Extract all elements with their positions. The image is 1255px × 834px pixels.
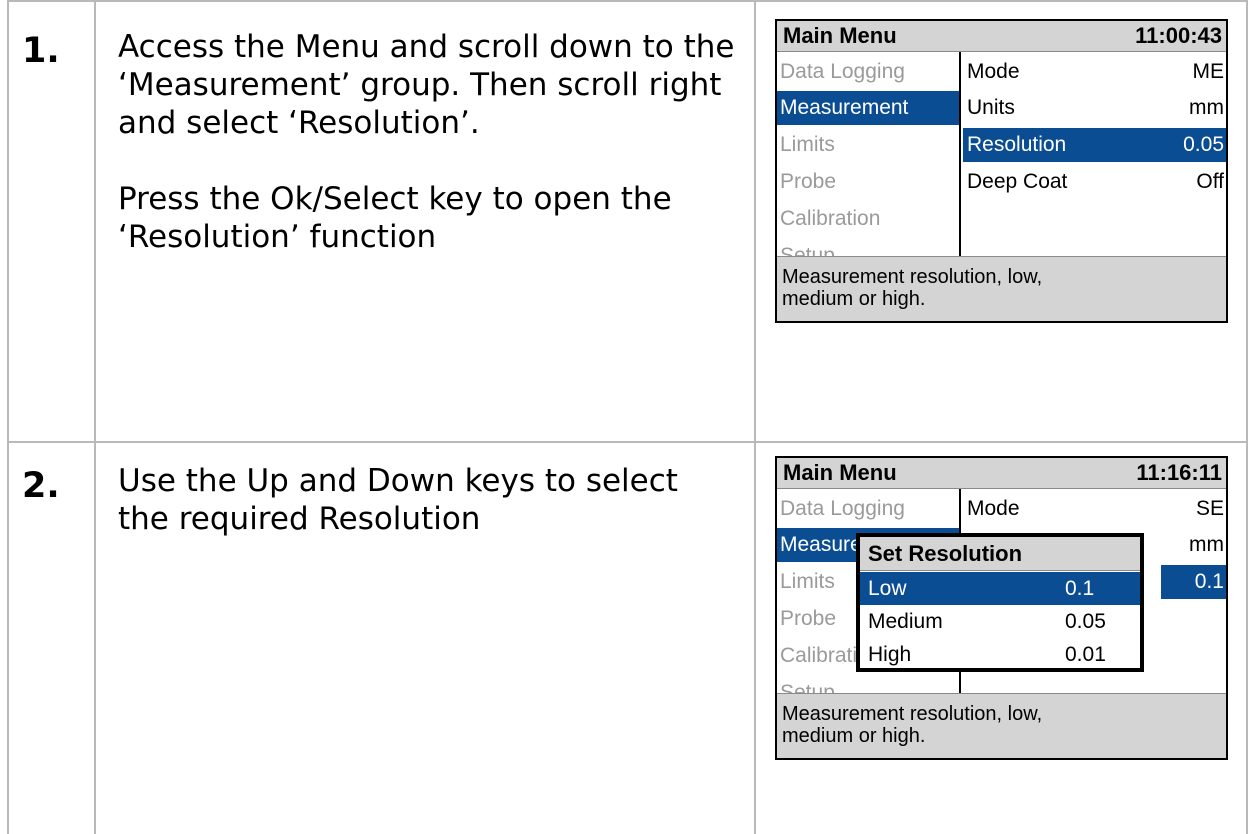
- table-row-divider: [7, 441, 1248, 443]
- set-resolution-dialog: Set Resolution Low 0.1 Medium 0.05 High …: [856, 533, 1144, 672]
- screen-header: Main Menu 11:16:11: [777, 458, 1226, 489]
- item-label: Deep Coat: [967, 170, 1068, 193]
- help-text: Measurement resolution, low, medium or h…: [777, 256, 1226, 321]
- screen-clock: 11:00:43: [1135, 23, 1222, 48]
- menu-group-probe[interactable]: Probe: [777, 165, 959, 199]
- screen-title: Main Menu: [783, 23, 897, 48]
- table-column-divider-1: [94, 0, 96, 834]
- item-value: 0.1: [1161, 565, 1226, 599]
- step-number: 2.: [22, 466, 60, 506]
- table-column-divider-2: [754, 0, 756, 834]
- item-label: Units: [967, 96, 1015, 119]
- instruction-paragraph: Use the Up and Down keys to select the r…: [118, 463, 678, 537]
- item-value: 0.05: [1183, 133, 1224, 156]
- table-border-right: [1246, 0, 1248, 834]
- item-value: Off: [1196, 170, 1224, 193]
- step-instructions: Use the Up and Down keys to select the r…: [118, 462, 718, 538]
- help-line: medium or high.: [782, 725, 926, 747]
- menu-group-calibration[interactable]: Calibration: [777, 202, 959, 236]
- item-value: mm: [1189, 96, 1224, 119]
- option-value: 0.01: [1065, 643, 1106, 666]
- item-value: SE: [1195, 497, 1224, 520]
- device-screen: Main Menu 11:00:43 Data Logging Measurem…: [775, 19, 1228, 323]
- menu-item-resolution[interactable]: Resolution 0.05: [963, 128, 1226, 162]
- option-label: Low: [868, 577, 907, 600]
- table-border-left: [7, 0, 9, 834]
- table-border-top: [7, 0, 1248, 2]
- help-text: Measurement resolution, low, medium or h…: [777, 693, 1226, 758]
- menu-group-limits[interactable]: Limits: [777, 128, 959, 162]
- help-line: Measurement resolution, low,: [782, 703, 1043, 725]
- option-low[interactable]: Low 0.1: [860, 572, 1140, 605]
- option-high[interactable]: High 0.01: [860, 638, 1140, 671]
- item-value: ME: [1192, 60, 1225, 83]
- option-value: 0.05: [1065, 610, 1106, 633]
- option-medium[interactable]: Medium 0.05: [860, 605, 1140, 638]
- instruction-paragraph: Access the Menu and scroll down to the ‘…: [118, 29, 735, 141]
- item-value: mm: [1189, 533, 1224, 556]
- screen-title: Main Menu: [783, 460, 897, 485]
- menu-group-measurement[interactable]: Measurement: [777, 91, 959, 125]
- menu-divider: [959, 52, 961, 257]
- instruction-paragraph: Press the Ok/Select key to open the ‘Res…: [118, 181, 672, 255]
- item-label: Mode: [967, 60, 1020, 83]
- screen-header: Main Menu 11:00:43: [777, 21, 1226, 52]
- help-line: Measurement resolution, low,: [782, 266, 1043, 288]
- step-instructions: Access the Menu and scroll down to the ‘…: [118, 28, 738, 256]
- option-label: High: [868, 643, 912, 666]
- dialog-title: Set Resolution: [860, 537, 1140, 571]
- menu-item-mode[interactable]: Mode ME: [963, 55, 1226, 89]
- help-line: medium or high.: [782, 288, 926, 310]
- item-label: Resolution: [967, 133, 1067, 156]
- step-number: 1.: [22, 31, 60, 71]
- menu-group-data-logging[interactable]: Data Logging: [777, 55, 959, 89]
- menu-group-data-logging[interactable]: Data Logging: [777, 492, 959, 526]
- screen-clock: 11:16:11: [1136, 460, 1222, 485]
- device-screen: Main Menu 11:16:11 Data Logging Measurem…: [775, 456, 1228, 760]
- menu-item-deep-coat[interactable]: Deep Coat Off: [963, 165, 1226, 199]
- option-label: Medium: [868, 610, 943, 633]
- option-value: 0.1: [1065, 577, 1095, 600]
- item-label: Mode: [967, 497, 1020, 520]
- menu-item-units[interactable]: Units mm: [963, 91, 1226, 125]
- menu-item-mode[interactable]: Mode SE: [963, 492, 1226, 526]
